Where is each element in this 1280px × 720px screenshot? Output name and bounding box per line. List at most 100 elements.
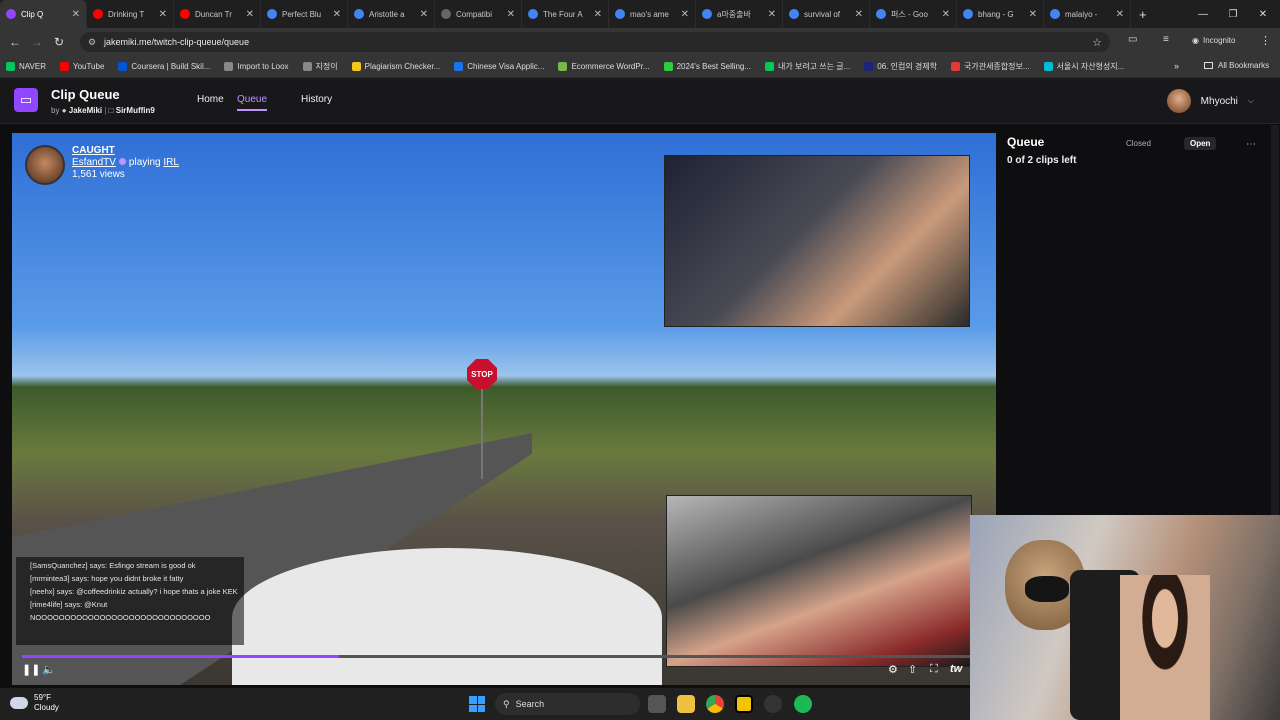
browser-tab[interactable]: survival of ✕ — [783, 0, 870, 28]
back-icon[interactable]: ← — [4, 35, 26, 49]
streamer-avatar[interactable] — [25, 145, 65, 185]
volume-icon[interactable]: 🔈 — [42, 663, 56, 676]
scrollbar[interactable] — [1271, 125, 1279, 520]
twitch-icon: □ — [108, 106, 114, 115]
tab-close-icon[interactable]: ✕ — [1116, 9, 1124, 20]
tab-close-icon[interactable]: ✕ — [333, 9, 341, 20]
media-control-icon[interactable]: ≡ — [1163, 34, 1169, 45]
bookmark-item[interactable]: 2024's Best Selling... — [663, 62, 751, 71]
nav-queue[interactable]: Queue — [237, 94, 268, 111]
bookmark-item[interactable]: Plagiarism Checker... — [351, 62, 441, 71]
clip-title[interactable]: CAUGHT — [72, 145, 179, 156]
queue-more-icon[interactable]: ⋯ — [1240, 137, 1262, 152]
bookmark-favicon-icon — [59, 62, 69, 71]
tab-close-icon[interactable]: ✕ — [507, 9, 515, 20]
browser-tab[interactable]: The Four A ✕ — [522, 0, 609, 28]
tab-close-icon[interactable]: ✕ — [420, 9, 428, 20]
bookmark-star-icon[interactable]: ☆ — [1092, 36, 1102, 49]
incognito-indicator[interactable]: ◉ Incognito — [1192, 36, 1235, 45]
tab-close-icon[interactable]: ✕ — [72, 9, 80, 20]
chrome-icon[interactable] — [706, 695, 724, 713]
tab-label: Duncan Tr — [195, 9, 232, 19]
tab-favicon-icon — [702, 9, 712, 19]
streamer-name[interactable]: EsfandTV — [72, 157, 116, 168]
twitch-logo-icon[interactable]: tw — [950, 663, 962, 675]
restore-icon[interactable]: ❐ — [1218, 0, 1248, 28]
share-icon[interactable]: ⇧ — [908, 663, 917, 676]
kakaotalk-icon[interactable] — [735, 695, 753, 713]
bookmark-item[interactable]: 지정이 — [302, 61, 338, 72]
browser-tab[interactable]: Clip Q ✕ — [0, 0, 87, 28]
bookmark-label: YouTube — [72, 62, 105, 71]
nav-history[interactable]: History — [301, 94, 332, 105]
tab-search-icon[interactable]: ▭ — [1128, 34, 1137, 45]
browser-tab[interactable]: malaiyo - ✕ — [1044, 0, 1131, 28]
tab-close-icon[interactable]: ✕ — [768, 9, 776, 20]
bookmark-favicon-icon — [351, 62, 361, 71]
minimize-icon[interactable]: — — [1188, 0, 1218, 28]
queue-open-button[interactable]: Open — [1184, 137, 1217, 150]
author-link-sirmuffin9[interactable]: SirMuffin9 — [116, 106, 155, 115]
bookmark-item[interactable]: YouTube — [59, 62, 105, 71]
tab-close-icon[interactable]: ✕ — [594, 9, 602, 20]
browser-tab[interactable]: mao's ame ✕ — [609, 0, 696, 28]
windows-start-icon[interactable] — [469, 696, 485, 712]
bookmark-label: Plagiarism Checker... — [364, 62, 441, 71]
close-window-icon[interactable]: ✕ — [1248, 0, 1278, 28]
browser-tab[interactable]: Compatibi ✕ — [435, 0, 522, 28]
tab-favicon-icon — [441, 9, 451, 19]
task-view-icon[interactable] — [648, 695, 666, 713]
taskbar-search[interactable]: ⚲ Search — [495, 693, 640, 715]
spotify-icon[interactable] — [794, 695, 812, 713]
tab-favicon-icon — [6, 9, 16, 19]
browser-menu-icon[interactable]: ⋮ — [1260, 34, 1271, 47]
queue-title: Queue — [1007, 135, 1045, 149]
tab-close-icon[interactable]: ✕ — [681, 9, 689, 20]
user-menu[interactable]: Mhyochi ⌵ — [1166, 89, 1254, 113]
avatar — [1166, 89, 1191, 113]
browser-tab[interactable]: 퍼스 - Goo ✕ — [870, 0, 957, 28]
bookmark-item[interactable]: 서울시 자산형성지... — [1043, 61, 1124, 72]
video-player[interactable]: STOP CAUGHT EsfandTV playing IRL 1,561 vi… — [12, 133, 996, 685]
browser-tab[interactable]: Duncan Tr ✕ — [174, 0, 261, 28]
bookmark-item[interactable]: 내가 보려고 쓰는 글... — [765, 61, 850, 72]
site-info-icon[interactable]: ⚙ — [88, 37, 96, 48]
tab-close-icon[interactable]: ✕ — [942, 9, 950, 20]
browser-tab[interactable]: Drinking T ✕ — [87, 0, 174, 28]
bookmark-item[interactable]: 06. 인컴의 경제학 — [864, 61, 937, 72]
nav-home[interactable]: Home — [197, 94, 224, 105]
bookmark-item[interactable]: 국가관세종합정보... — [950, 61, 1030, 72]
tab-close-icon[interactable]: ✕ — [246, 9, 254, 20]
author-link-jakemiki[interactable]: JakeMiki — [69, 106, 102, 115]
bookmark-item[interactable]: Ecommerce WordPr... — [558, 62, 650, 71]
bookmark-item[interactable]: Chinese Visa Applic... — [454, 62, 544, 71]
url-input[interactable]: ⚙ jakemiki.me/twitch-clip-queue/queue ☆ — [80, 32, 1110, 52]
fullscreen-icon[interactable]: ⛶ — [930, 663, 938, 676]
browser-tab[interactable]: bhang - G ✕ — [957, 0, 1044, 28]
bookmark-item[interactable]: NAVER — [6, 62, 46, 71]
forward-icon[interactable]: → — [26, 35, 48, 49]
tab-close-icon[interactable]: ✕ — [1029, 9, 1037, 20]
tab-close-icon[interactable]: ✕ — [855, 9, 863, 20]
bookmark-item[interactable]: Import to Loox — [224, 62, 289, 71]
new-tab-icon[interactable]: + — [1139, 7, 1147, 22]
tab-label: mao's ame — [630, 9, 669, 19]
more-bookmarks-icon[interactable]: » — [1174, 61, 1179, 71]
browser-tab[interactable]: Aristotle a ✕ — [348, 0, 435, 28]
all-bookmarks-button[interactable]: All Bookmarks — [1204, 61, 1269, 70]
settings-gear-icon[interactable]: ⚙ — [888, 663, 898, 676]
file-explorer-icon[interactable] — [677, 695, 695, 713]
queue-closed-button[interactable]: Closed — [1120, 137, 1157, 150]
weather-widget[interactable]: 59°F Cloudy — [10, 693, 59, 713]
tab-close-icon[interactable]: ✕ — [159, 9, 167, 20]
pause-icon[interactable]: ❚❚ — [22, 663, 40, 676]
browser-tab[interactable]: Perfect Blu ✕ — [261, 0, 348, 28]
category-link[interactable]: IRL — [163, 157, 179, 168]
clip-queue-logo-icon[interactable]: ▭ — [14, 88, 38, 112]
browser-tab[interactable]: a마중출바 ✕ — [696, 0, 783, 28]
steam-icon[interactable] — [764, 695, 782, 713]
reload-icon[interactable]: ↻ — [48, 35, 70, 49]
progress-bar[interactable] — [22, 655, 982, 658]
bookmark-label: NAVER — [19, 62, 46, 71]
bookmark-item[interactable]: Coursera | Build Skil... — [118, 62, 210, 71]
